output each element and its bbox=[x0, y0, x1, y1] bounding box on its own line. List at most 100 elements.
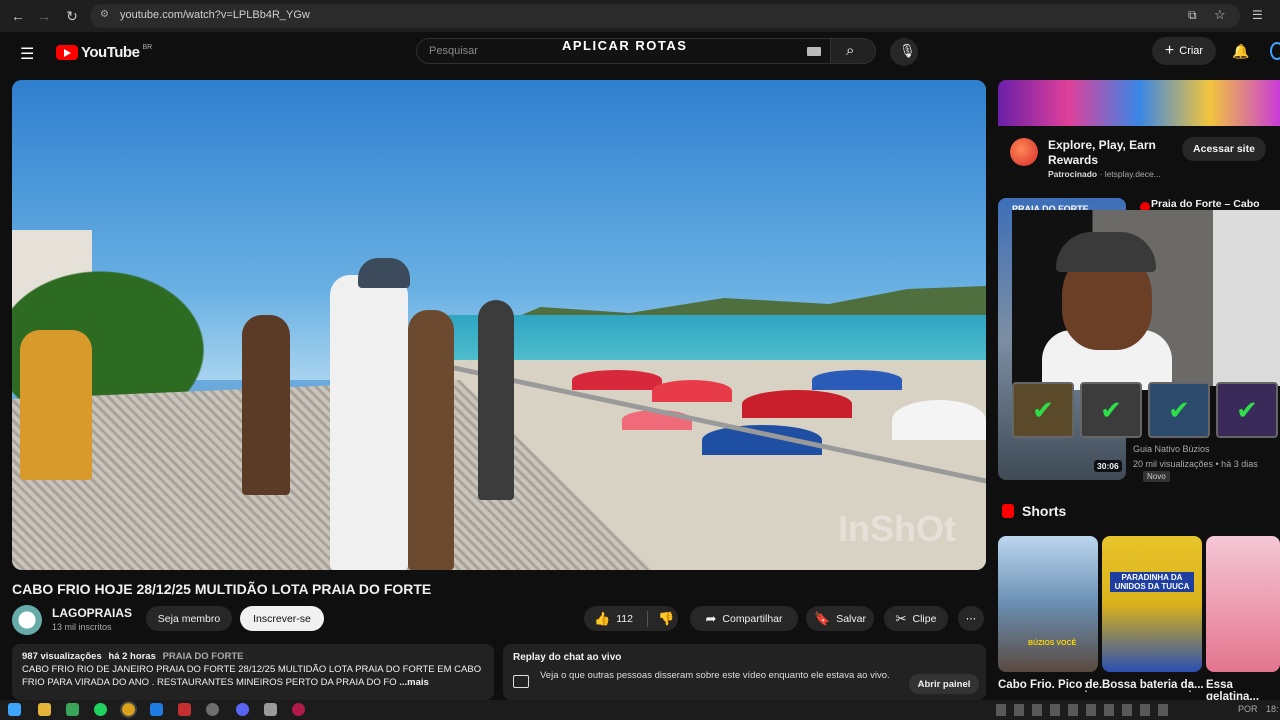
video-player[interactable]: InShOt bbox=[12, 80, 986, 570]
menu-icon[interactable]: ☰ bbox=[20, 44, 34, 64]
checkmark-tile-icon: ✔ bbox=[1080, 382, 1142, 438]
sponsored-ad[interactable]: Explore, Play, Earn Rewards Patrocinado … bbox=[998, 80, 1280, 188]
language-indicator[interactable]: POR bbox=[1238, 704, 1258, 714]
clip-button[interactable]: ✂ Clipe bbox=[884, 606, 948, 631]
region-code: BR bbox=[142, 44, 153, 51]
like-count[interactable]: 112 bbox=[616, 613, 633, 625]
search-placeholder: Pesquisar bbox=[429, 45, 478, 57]
chat-replay-text: Veja o que outras pessoas disseram sobre… bbox=[540, 670, 890, 681]
youtube-logo[interactable]: YouTube BR bbox=[56, 44, 152, 61]
webcam-overlay bbox=[1012, 210, 1280, 390]
video-title: CABO FRIO HOJE 28/12/25 MULTIDÃO LOTA PR… bbox=[12, 581, 432, 597]
channel-name[interactable]: LAGOPRAIAS bbox=[52, 606, 132, 620]
short-more-icon[interactable]: ⋮ bbox=[1080, 680, 1092, 694]
like-dislike-group: 👍 112 👎 bbox=[584, 606, 678, 631]
ad-cta-button[interactable]: Acessar site bbox=[1182, 137, 1266, 161]
start-icon[interactable] bbox=[8, 703, 21, 716]
video-person bbox=[408, 310, 454, 570]
keyboard-icon[interactable] bbox=[807, 47, 821, 56]
video-tag[interactable]: PRAIA DO FORTE bbox=[163, 651, 244, 662]
webcam-person-cap bbox=[1056, 232, 1156, 272]
create-label: Criar bbox=[1179, 45, 1204, 57]
share-button[interactable]: ➦ Compartilhar bbox=[690, 606, 798, 631]
umbrella bbox=[572, 370, 662, 390]
join-button[interactable]: Seja membro bbox=[146, 606, 232, 631]
short-item[interactable]: PARADINHA DA UNIDOS DA TUUCA bbox=[1102, 536, 1202, 672]
save-label: Salvar bbox=[836, 612, 866, 625]
chat-replay-title: Replay do chat ao vivo bbox=[513, 652, 622, 663]
subscribe-button[interactable]: Inscrever-se bbox=[240, 606, 324, 631]
channel-avatar[interactable] bbox=[12, 605, 42, 635]
more-actions-button[interactable]: ⋯ bbox=[958, 606, 984, 631]
ad-title[interactable]: Explore, Play, Earn Rewards bbox=[1048, 138, 1168, 168]
channel-subscribers: 13 mil inscritos bbox=[52, 622, 112, 632]
join-label: Seja membro bbox=[157, 612, 221, 625]
discord-icon[interactable] bbox=[236, 703, 249, 716]
save-button[interactable]: 🔖 Salvar bbox=[806, 606, 874, 631]
ad-domain: · letsplay.dece... bbox=[1099, 169, 1161, 179]
recommended-video[interactable]: PRAIA DO FORTE 30:06 Praia do Forte – Ca… bbox=[998, 198, 1280, 482]
ad-sponsored-label: Patrocinado bbox=[1048, 169, 1098, 179]
app-icon[interactable] bbox=[264, 703, 277, 716]
back-icon[interactable]: ← bbox=[8, 6, 28, 26]
clip-label: Clipe bbox=[912, 612, 937, 625]
short-overlay-text: BÚZIOS VOCÊ bbox=[1028, 640, 1077, 647]
app-icon[interactable] bbox=[66, 703, 79, 716]
edge-icon[interactable] bbox=[150, 703, 163, 716]
chat-icon bbox=[513, 675, 529, 688]
os-taskbar: POR 18: bbox=[0, 700, 1280, 720]
umbrella bbox=[652, 380, 732, 402]
url-text: youtube.com/watch?v=LPLBb4R_YGw bbox=[120, 9, 310, 21]
app-icon[interactable] bbox=[292, 703, 305, 716]
recommended-meta: 20 mil visualizações • há 3 dias bbox=[1133, 459, 1258, 469]
bookmark-star-icon[interactable]: ☆ bbox=[1214, 7, 1226, 23]
video-person bbox=[242, 315, 290, 495]
folder-icon[interactable] bbox=[38, 703, 51, 716]
avatar[interactable] bbox=[1270, 42, 1280, 60]
video-person bbox=[478, 300, 514, 500]
reading-list-icon[interactable]: ☰ bbox=[1252, 8, 1263, 22]
create-button[interactable]: + Criar bbox=[1152, 37, 1216, 65]
voice-search-button[interactable]: 🎙 bbox=[890, 38, 918, 66]
like-icon[interactable]: 👍 bbox=[594, 611, 610, 627]
umbrella bbox=[892, 400, 986, 440]
clock[interactable]: 18: bbox=[1266, 704, 1279, 714]
upload-time: há 2 horas bbox=[108, 651, 156, 662]
divider bbox=[646, 610, 648, 627]
open-chat-button[interactable]: Abrir painel bbox=[909, 674, 979, 694]
ad-logo bbox=[1010, 138, 1038, 166]
youtube-play-icon bbox=[56, 45, 78, 60]
shorts-heading: Shorts bbox=[1002, 503, 1066, 519]
address-bar[interactable]: ⚙ youtube.com/watch?v=LPLBb4R_YGw ⧉ ☆ bbox=[90, 4, 1240, 28]
plus-icon: + bbox=[1164, 42, 1175, 59]
app-icon[interactable] bbox=[178, 703, 191, 716]
ad-banner-image[interactable] bbox=[998, 80, 1280, 126]
save-icon: 🔖 bbox=[814, 610, 831, 626]
forward-icon[interactable]: → bbox=[34, 6, 54, 26]
ad-cta-label: Acessar site bbox=[1193, 143, 1255, 155]
bell-icon[interactable]: 🔔 bbox=[1232, 43, 1249, 60]
short-item[interactable] bbox=[1206, 536, 1280, 672]
cast-icon[interactable]: ⧉ bbox=[1188, 8, 1197, 23]
app-icon[interactable] bbox=[206, 703, 219, 716]
dislike-icon[interactable]: 👎 bbox=[658, 611, 674, 627]
clip-icon: ✂ bbox=[895, 610, 907, 626]
shorts-icon bbox=[1002, 504, 1014, 518]
search-icon: ⌕ bbox=[846, 42, 855, 59]
site-info-icon[interactable]: ⚙ bbox=[100, 9, 109, 20]
reload-icon[interactable]: ↻ bbox=[62, 6, 82, 26]
share-label: Compartilhar bbox=[722, 612, 783, 625]
share-icon: ➦ bbox=[705, 610, 717, 626]
description-box[interactable]: 987 visualizações há 2 horas PRAIA DO FO… bbox=[12, 644, 494, 700]
video-person bbox=[330, 275, 408, 570]
umbrella bbox=[742, 390, 852, 418]
search-button[interactable]: ⌕ bbox=[830, 38, 876, 64]
chrome-icon[interactable] bbox=[120, 701, 137, 718]
short-item[interactable]: BÚZIOS VOCÊ bbox=[998, 536, 1098, 672]
system-tray-icons[interactable] bbox=[996, 704, 1176, 716]
spotify-icon[interactable] bbox=[94, 703, 107, 716]
browser-toolbar: ← → ↻ ⚙ youtube.com/watch?v=LPLBb4R_YGw … bbox=[0, 0, 1280, 32]
show-more-link[interactable]: ...mais bbox=[399, 677, 429, 688]
short-more-icon[interactable]: ⋮ bbox=[1184, 680, 1196, 694]
recommended-channel[interactable]: Guia Nativo Búzios bbox=[1133, 444, 1210, 454]
